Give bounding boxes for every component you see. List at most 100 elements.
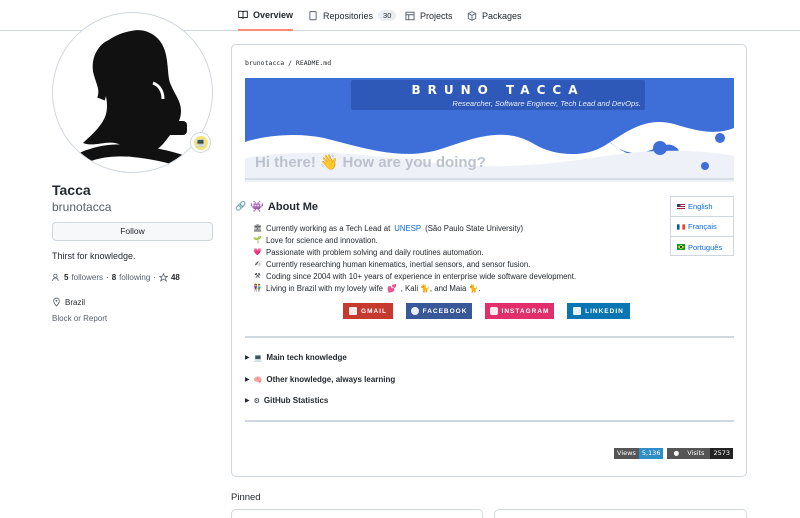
tab-label: Repositories [323, 10, 374, 21]
pinned-card[interactable] [494, 509, 747, 518]
list-item: ✍ Currently researching human kinematics,… [253, 259, 576, 271]
about-list: 🏛 Currently working as a Tech Lead at UNE… [253, 223, 576, 295]
package-icon [467, 10, 477, 21]
views-label: Views [614, 448, 639, 459]
profile-name: Tacca [52, 182, 91, 198]
book-icon [238, 10, 248, 19]
list-item: ⚒ Coding since 2004 with 10+ years of exp… [253, 271, 576, 283]
location-icon [53, 297, 60, 307]
followers-count[interactable]: 5 [64, 273, 68, 282]
stars-count[interactable]: 48 [171, 273, 180, 282]
tab-overview[interactable]: Overview [238, 0, 294, 31]
separator-dot: · [153, 273, 156, 282]
lang-label: Português [688, 242, 723, 252]
star-icon [158, 273, 168, 282]
details-label: GitHub Statistics [263, 396, 329, 405]
readme-path: brunotacca / README.md [245, 59, 331, 67]
about-title: About Me [267, 200, 319, 213]
details-other-knowledge[interactable]: ▶ 🧠 Other knowledge, always learning [245, 375, 395, 384]
brain-emoji-icon: 🧠 [253, 376, 263, 384]
laptop-emoji-icon: 💻 [253, 354, 263, 362]
repo-count-badge: 30 [378, 10, 397, 21]
details-main-tech[interactable]: ▶ 💻 Main tech knowledge [245, 353, 347, 362]
tab-label: Packages [482, 10, 522, 21]
list-item-text: Passionate with problem solving and dail… [266, 248, 484, 257]
hello-heading: Hi there! 👋 How are you doing? [255, 153, 486, 172]
block-report-link[interactable]: Block or Report [52, 314, 107, 323]
lang-label: English [688, 202, 713, 211]
profile-username: brunotacca [52, 200, 112, 214]
wave-emoji-icon: 👋 [319, 154, 339, 171]
gmail-badge[interactable]: GMAIL [343, 303, 393, 319]
separator-dot: · [106, 273, 109, 282]
avatar[interactable] [52, 12, 213, 173]
facebook-badge[interactable]: FACEBOOK [406, 303, 472, 319]
readme-path-file[interactable]: README.md [296, 59, 331, 67]
list-item-text: , Kali 🐈, and Maia 🐈. [400, 284, 481, 293]
list-item: 🏛 Currently working as a Tech Lead at UNE… [253, 223, 576, 235]
details-label: Main tech knowledge [266, 353, 347, 362]
visits-label: ● Visits [667, 448, 711, 459]
lang-link-french[interactable]: Français [671, 217, 733, 237]
facebook-icon [410, 307, 419, 315]
following-count[interactable]: 8 [112, 273, 116, 282]
details-github-stats[interactable]: ▶ ⚙ GitHub Statistics [245, 396, 328, 405]
seedling-emoji-icon: 🌱 [253, 237, 262, 244]
readme-path-user[interactable]: brunotacca [245, 59, 284, 67]
disclosure-triangle-icon: ▶ [245, 398, 250, 404]
visits-counter-badge: ● Visits 2573 [667, 448, 733, 459]
hello-tail-text: How are you doing? [342, 153, 486, 171]
status-emoji-icon: 💻 [193, 135, 208, 150]
tools-emoji-icon: ⚒ [254, 273, 261, 280]
profile-stats: 5 followers · 8 following · 48 [52, 273, 180, 282]
heading-divider [245, 178, 734, 180]
instagram-badge[interactable]: INSTAGRAM [485, 303, 554, 319]
status-badge[interactable]: 💻 [190, 132, 211, 153]
location-label: Brazil [65, 297, 86, 307]
language-selector: English Français Português [670, 196, 734, 256]
social-badges: GMAIL FACEBOOK INSTAGRAM LINKEDIN [343, 303, 630, 319]
details-label: Other knowledge, always learning [266, 375, 396, 384]
readme-card: brunotacca / README.md BRUNO TACCA Resea… [231, 44, 747, 477]
badge-label: INSTAGRAM [501, 307, 550, 315]
badge-label: GMAIL [361, 307, 387, 315]
linkedin-badge[interactable]: LINKEDIN [567, 303, 630, 319]
views-value: 5,136 [638, 448, 664, 459]
list-item-text: Love for science and innovation. [266, 236, 378, 245]
people-icon [52, 273, 59, 281]
list-item-text: Coding since 2004 with 10+ years of expe… [266, 272, 577, 281]
unesp-logo-icon: 🏛 [253, 225, 262, 232]
banner-title-box: BRUNO TACCA Researcher, Software Enginee… [351, 80, 645, 110]
instagram-icon [489, 307, 498, 315]
lang-link-english[interactable]: English [671, 197, 733, 217]
pinned-card[interactable] [231, 509, 483, 518]
section-divider [245, 336, 734, 338]
badge-label: FACEBOOK [422, 307, 468, 315]
lang-link-portuguese[interactable]: Português [671, 237, 733, 257]
unesp-link[interactable]: UNESP [394, 223, 421, 235]
tab-packages[interactable]: Packages [467, 0, 522, 31]
section-divider [245, 420, 734, 422]
writing-hand-emoji-icon: ✍ [254, 261, 261, 268]
avatar-illustration [69, 30, 196, 171]
following-link[interactable]: following [119, 273, 150, 282]
list-item: 👫 Living in Brazil with my lovely wife 💕,… [253, 283, 576, 295]
github-icon: ● [673, 449, 680, 457]
follow-button[interactable]: Follow [52, 222, 213, 241]
anchor-link-icon[interactable]: 🔗 [235, 201, 246, 212]
tab-projects[interactable]: Projects [405, 0, 453, 31]
list-item-text: Currently working as a Tech Lead at [266, 224, 391, 233]
list-item-text: Living in Brazil with my lovely wife [266, 284, 383, 293]
tab-repositories[interactable]: Repositories 30 [308, 0, 397, 31]
repo-icon [309, 10, 317, 20]
stats-emoji-icon: ⚙ [253, 397, 260, 405]
visit-counters: Views 5,136 ● Visits 2573 [614, 448, 733, 459]
followers-link[interactable]: followers [71, 273, 103, 282]
readme-banner: BRUNO TACCA Researcher, Software Enginee… [245, 78, 734, 182]
table-icon [405, 11, 415, 20]
lang-label: Français [688, 222, 717, 231]
pinned-heading: Pinned [231, 492, 261, 503]
tab-label: Overview [253, 9, 294, 20]
banner-subtitle: Researcher, Software Engineer, Tech Lead… [452, 99, 641, 108]
tab-label: Projects [420, 10, 453, 21]
